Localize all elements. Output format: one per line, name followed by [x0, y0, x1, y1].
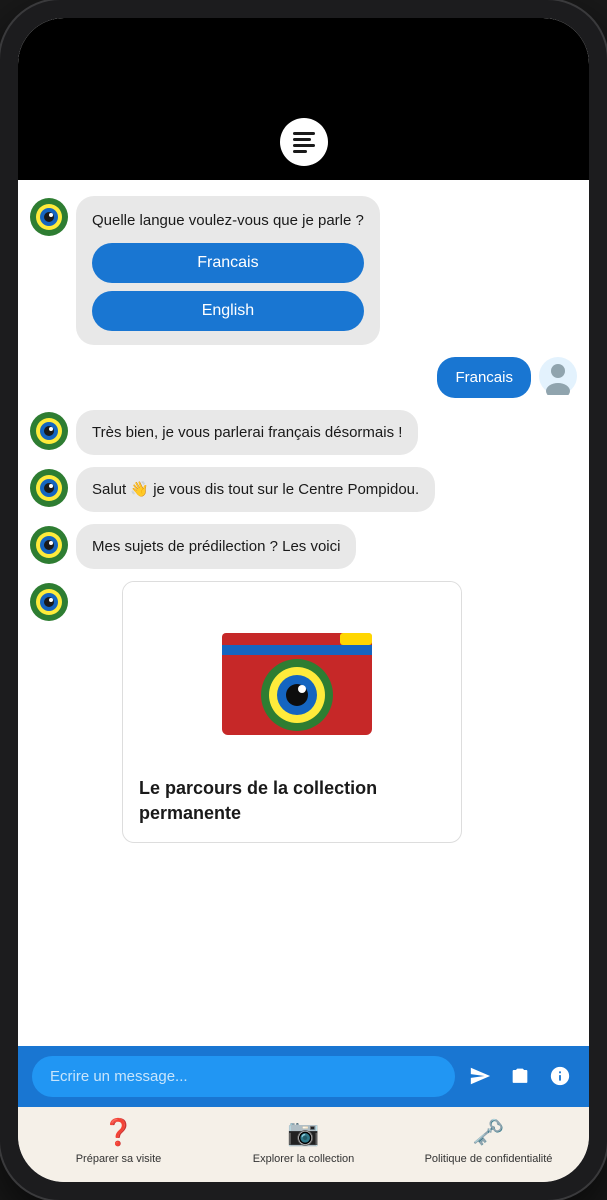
send-icon: [469, 1065, 491, 1087]
bot-message-language: Quelle langue voulez-vous que je parle ?…: [30, 196, 577, 345]
camera-button[interactable]: [505, 1061, 535, 1091]
nav-label-collection: Explorer la collection: [253, 1152, 355, 1166]
language-bubble: Quelle langue voulez-vous que je parle ?…: [76, 196, 380, 345]
question-mark-icon: ❓: [102, 1117, 134, 1148]
app-logo: [280, 118, 328, 166]
key-icon: 🗝️: [472, 1117, 504, 1148]
info-icon: [549, 1065, 571, 1087]
phone-screen: Quelle langue voulez-vous que je parle ?…: [18, 18, 589, 1182]
language-question: Quelle langue voulez-vous que je parle ?: [92, 210, 364, 231]
send-button[interactable]: [465, 1061, 495, 1091]
bot-message-salut: Salut 👋 je vous dis tout sur le Centre P…: [30, 467, 577, 512]
status-bar: [18, 18, 589, 108]
nav-label-visite: Préparer sa visite: [76, 1152, 162, 1166]
nav-item-collection[interactable]: 📷 Explorer la collection: [211, 1117, 396, 1166]
chat-area: Quelle langue voulez-vous que je parle ?…: [18, 180, 589, 1046]
bubble-tresben: Très bien, je vous parlerai français dés…: [76, 410, 418, 455]
bot-avatar-4: [30, 526, 68, 564]
nav-label-politique: Politique de confidentialité: [425, 1152, 553, 1166]
bottom-nav: ❓ Préparer sa visite 📷 Explorer la colle…: [18, 1107, 589, 1182]
phone-frame: Quelle langue voulez-vous que je parle ?…: [0, 0, 607, 1200]
logo-line-2: [293, 138, 311, 141]
camera-nav-icon: 📷: [287, 1117, 319, 1148]
bot-message-sujets: Mes sujets de prédilection ? Les voici: [30, 524, 577, 569]
message-input[interactable]: [32, 1056, 455, 1097]
nav-item-politique[interactable]: 🗝️ Politique de confidentialité: [396, 1117, 581, 1166]
bubble-sujets: Mes sujets de prédilection ? Les voici: [76, 524, 356, 569]
info-button[interactable]: [545, 1061, 575, 1091]
francais-button[interactable]: Francais: [92, 243, 364, 283]
collection-card[interactable]: Le parcours de la collection permanente: [122, 581, 462, 843]
bot-avatar: [30, 198, 68, 236]
card-text: Le parcours de la collection permanente: [123, 762, 461, 842]
logo-lines: [293, 132, 315, 153]
input-bar: [18, 1046, 589, 1107]
card-image: [123, 582, 461, 762]
logo-line-3: [293, 144, 315, 147]
user-message-francais: Francais: [30, 357, 577, 398]
user-avatar: [539, 357, 577, 395]
bubble-salut: Salut 👋 je vous dis tout sur le Centre P…: [76, 467, 435, 512]
camera-icon: [509, 1065, 531, 1087]
camera-illustration: [192, 595, 392, 750]
bot-avatar-3: [30, 469, 68, 507]
bot-avatar-5: [30, 583, 68, 621]
logo-line-4: [293, 150, 307, 153]
nav-item-visite[interactable]: ❓ Préparer sa visite: [26, 1117, 211, 1166]
user-bubble-francais: Francais: [437, 357, 531, 398]
bot-avatar-2: [30, 412, 68, 450]
app-icon-bar: [18, 108, 589, 180]
card-row: Le parcours de la collection permanente: [30, 581, 577, 843]
english-button[interactable]: English: [92, 291, 364, 331]
logo-line-1: [293, 132, 315, 135]
bot-message-tresbien: Très bien, je vous parlerai français dés…: [30, 410, 577, 455]
